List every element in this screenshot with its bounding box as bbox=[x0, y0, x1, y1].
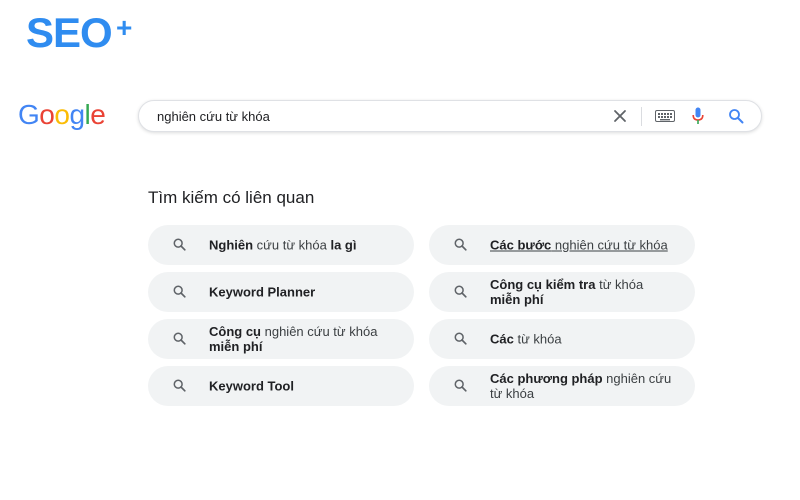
google-logo-letter: G bbox=[18, 99, 40, 130]
related-search-label: Công cụ nghiên cứu từ khóa miễn phí bbox=[209, 324, 405, 354]
related-search-label: Công cụ kiểm tra từ khóa miễn phí bbox=[490, 277, 686, 307]
label-segment: từ khóa bbox=[513, 331, 562, 347]
search-icon[interactable] bbox=[728, 108, 744, 124]
keyboard-icon[interactable] bbox=[655, 110, 675, 122]
google-logo-letter: g bbox=[69, 99, 85, 130]
search-divider bbox=[641, 107, 642, 126]
google-logo-letter: o bbox=[39, 99, 55, 130]
related-search-chip[interactable]: Nghiên cứu từ khóa la gì bbox=[148, 225, 414, 265]
label-segment: Công cụ kiểm tra bbox=[490, 277, 596, 292]
seo-plus-logo: SEO + bbox=[26, 9, 132, 56]
related-search-label: Các từ khóa bbox=[490, 332, 686, 347]
label-segment: Nghiên bbox=[209, 237, 254, 253]
related-search-label: Các phương pháp nghiên cứu từ khóa bbox=[490, 371, 686, 401]
label-segment: Công cụ bbox=[209, 324, 261, 339]
label-segment: miễn phí bbox=[209, 339, 263, 354]
label-segment: từ khóa bbox=[490, 386, 535, 401]
label-segment: nghiên cứu từ khóa bbox=[261, 324, 378, 339]
label-segment: Các phương pháp bbox=[490, 371, 603, 386]
related-search-label: Nghiên cứu từ khóa la gì bbox=[209, 238, 405, 253]
google-logo-letter: o bbox=[54, 99, 70, 130]
label-segment: nghiên cứu bbox=[602, 371, 672, 386]
related-search-label: Keyword Tool bbox=[209, 379, 405, 394]
related-search-chip[interactable]: Công cụ nghiên cứu từ khóa miễn phí bbox=[148, 319, 414, 359]
search-icon bbox=[454, 238, 467, 256]
google-logo[interactable]: Google bbox=[18, 99, 106, 130]
search-icon bbox=[173, 285, 186, 303]
label-segment: la gì bbox=[330, 237, 357, 253]
label-segment: Keyword Planner bbox=[209, 284, 316, 300]
search-icon bbox=[454, 332, 467, 350]
related-search-chip[interactable]: Keyword Tool bbox=[148, 366, 414, 406]
label-segment: Các bbox=[490, 331, 514, 347]
label-segment: cứu từ khóa bbox=[253, 237, 331, 253]
related-search-chip[interactable]: Các phương pháp nghiên cứu từ khóa bbox=[429, 366, 695, 406]
search-icon bbox=[173, 238, 186, 256]
google-logo-letter: e bbox=[90, 99, 106, 130]
search-icon bbox=[173, 379, 186, 397]
related-search-chip[interactable]: Các từ khóa bbox=[429, 319, 695, 359]
search-icon bbox=[454, 285, 467, 303]
search-icon bbox=[454, 379, 467, 397]
label-segment: miễn phí bbox=[490, 292, 544, 307]
search-icon bbox=[173, 332, 186, 350]
clear-icon[interactable] bbox=[613, 109, 627, 123]
brand-plus: + bbox=[116, 12, 133, 43]
related-searches-title: Tìm kiếm có liên quan bbox=[148, 188, 315, 207]
label-segment: Các bước bbox=[490, 237, 552, 253]
microphone-icon[interactable] bbox=[692, 107, 704, 125]
brand-text: SEO bbox=[26, 9, 113, 56]
related-search-chip[interactable]: Công cụ kiểm tra từ khóa miễn phí bbox=[429, 272, 695, 312]
label-segment: nghiên cứu từ khóa bbox=[551, 237, 668, 253]
related-search-chip[interactable]: Keyword Planner bbox=[148, 272, 414, 312]
search-bar bbox=[138, 100, 762, 132]
related-search-chip[interactable]: Các bước nghiên cứu từ khóa bbox=[429, 225, 695, 265]
label-segment: Keyword Tool bbox=[209, 378, 294, 394]
label-segment: từ khóa bbox=[595, 277, 644, 292]
search-input[interactable] bbox=[157, 106, 577, 126]
related-search-label: Keyword Planner bbox=[209, 285, 405, 300]
related-search-label: Các bước nghiên cứu từ khóa bbox=[490, 238, 686, 253]
